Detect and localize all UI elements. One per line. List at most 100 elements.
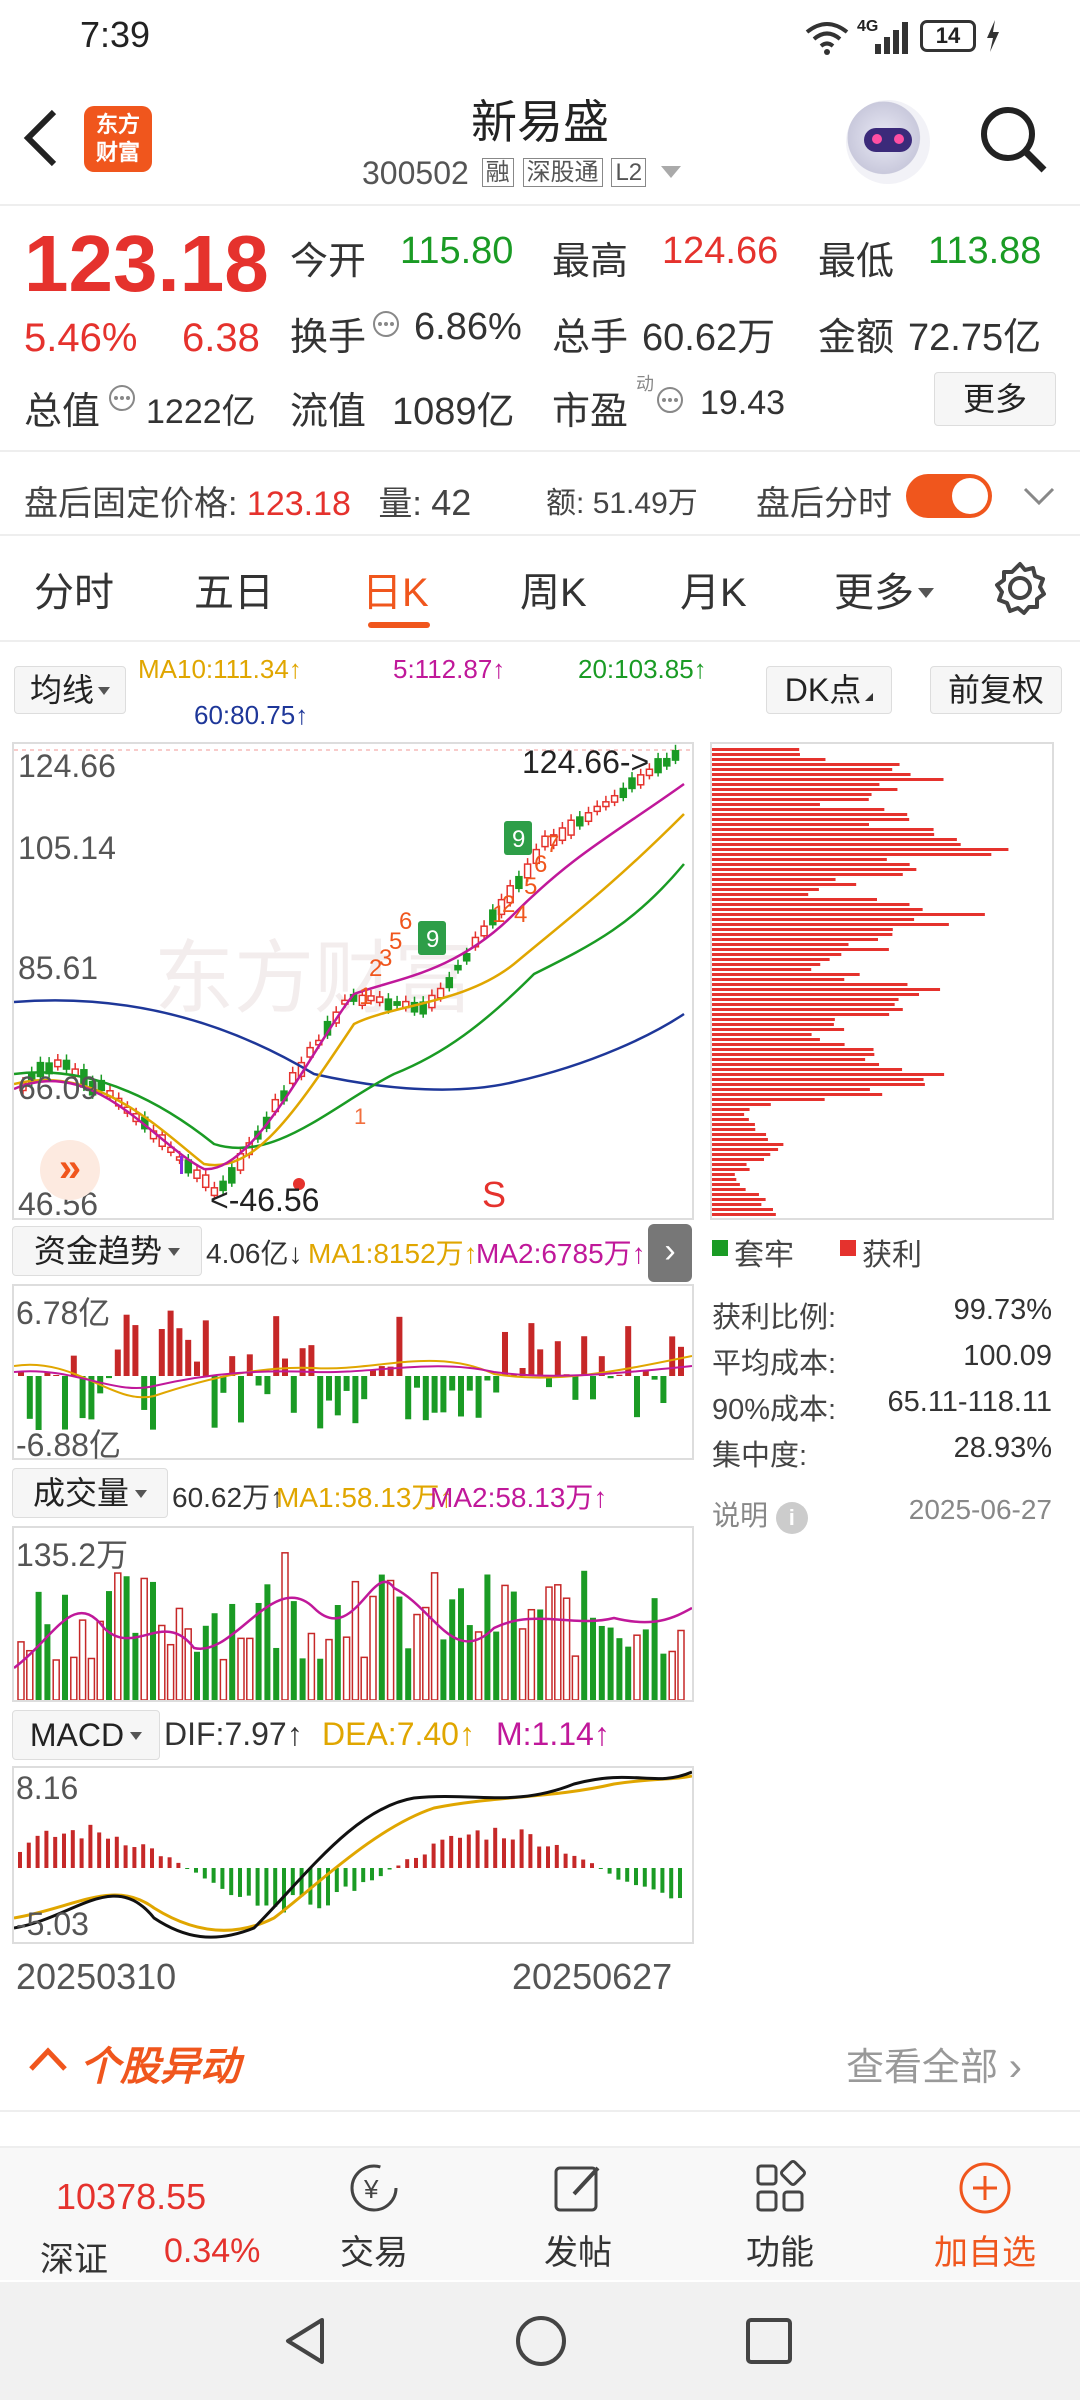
nav-back-icon[interactable] — [282, 2316, 332, 2366]
candle — [462, 953, 471, 962]
candle — [584, 812, 593, 823]
macd-bar — [299, 1868, 304, 1897]
tab-minute[interactable]: 分时 — [34, 560, 114, 618]
index-value[interactable]: 10378.55 — [56, 2176, 206, 2218]
adjust-button[interactable]: 前复权 — [930, 666, 1062, 714]
view-all-link[interactable]: 查看全部 › — [846, 2036, 1022, 2091]
fund-bar — [669, 1336, 676, 1376]
chip-value: 65.11-118.11 — [887, 1386, 1052, 1418]
function-nav[interactable]: 功能 — [720, 2158, 840, 2274]
chip-panel[interactable] — [710, 742, 1054, 1220]
chip-bar — [712, 958, 830, 961]
robot-avatar-icon[interactable] — [846, 100, 930, 184]
macd-bar — [502, 1838, 506, 1868]
volume-bar — [386, 1579, 395, 1701]
info-dots-icon[interactable] — [108, 384, 136, 412]
dropdown-caret-icon — [135, 1490, 147, 1498]
kline-y-label: 124.66 — [18, 748, 116, 784]
add-watchlist-nav[interactable]: 加自选 — [920, 2158, 1050, 2274]
volume-bar — [237, 1637, 245, 1701]
fund-bar — [678, 1346, 684, 1376]
ma20-value: 20:103.85↑ — [578, 654, 707, 684]
gear-icon[interactable] — [992, 560, 1048, 616]
macd-bar — [150, 1848, 154, 1868]
volume-bar — [96, 1620, 104, 1701]
tab-daily-k[interactable]: 日K — [362, 560, 429, 618]
chip-label: 平均成本: — [712, 1348, 837, 1380]
nav-recents-icon[interactable] — [744, 2316, 794, 2366]
index-pct[interactable]: 0.34% — [164, 2232, 260, 2271]
ma-dropdown[interactable]: 均线 — [14, 666, 126, 714]
volume-bar — [307, 1632, 316, 1701]
nav-home-icon[interactable] — [514, 2314, 568, 2368]
candle — [480, 925, 488, 937]
chip-label: 集中度: — [712, 1440, 808, 1472]
volume-bar — [598, 1625, 605, 1700]
fund-bar — [238, 1376, 244, 1423]
movement-divider — [0, 2110, 1080, 2112]
macd-bar — [466, 1834, 471, 1868]
info-dots-icon[interactable] — [656, 386, 684, 414]
chip-bar — [712, 998, 899, 1001]
fund-flow-dropdown[interactable]: 资金趋势 — [12, 1226, 202, 1276]
chip-bar — [712, 923, 949, 926]
stock-code-row[interactable]: 300502 融 深股通 L2 — [362, 152, 682, 192]
pe-label: 市盈 — [552, 391, 629, 433]
chip-bar — [712, 868, 917, 871]
wifi-icon — [805, 22, 849, 55]
macd-bar — [634, 1868, 638, 1886]
fund-flow-y-bottom: -6.88亿 — [16, 1427, 121, 1463]
macd-bar — [669, 1868, 674, 1899]
tab-monthly-k[interactable]: 月K — [680, 560, 747, 618]
dk-point-button[interactable]: DK点 — [766, 666, 892, 714]
kline-chart: 9 9 1 1 2 3 5 6 1 2 4 5 6 7 — [14, 744, 692, 1200]
macd-dropdown[interactable]: MACD — [12, 1710, 160, 1760]
volume-bar — [660, 1653, 667, 1700]
search-icon[interactable] — [978, 104, 1050, 176]
chip-note[interactable]: 说明 i — [712, 1494, 808, 1534]
macd-bar — [123, 1845, 128, 1868]
tab-more[interactable]: 更多 — [834, 560, 934, 618]
fund-flow-y-top: 6.78亿 — [16, 1295, 111, 1331]
after-hours-toggle-label: 盘后分时 — [756, 485, 892, 523]
post-nav[interactable]: 发帖 — [518, 2158, 638, 2274]
macd-bar — [458, 1837, 462, 1868]
ma60-value: 60:80.75↑ — [194, 700, 309, 730]
after-hours-amt-label: 额: — [546, 487, 585, 520]
volume-bar — [229, 1603, 236, 1700]
fund-bar — [370, 1370, 376, 1376]
volume-bar — [458, 1588, 464, 1700]
candle — [375, 996, 384, 1004]
macd-bar — [290, 1868, 295, 1896]
chevron-down-icon[interactable] — [1022, 486, 1056, 508]
function-label: 功能 — [746, 2234, 814, 2272]
volume-bar — [369, 1595, 377, 1701]
after-hours-toggle[interactable] — [906, 474, 992, 518]
tab-five-day[interactable]: 五日 — [194, 560, 274, 618]
volume-bar — [484, 1574, 491, 1700]
fund-bar — [537, 1349, 544, 1376]
macd-bar — [660, 1868, 665, 1893]
kline-panel[interactable]: 东方财富 9 9 1 1 2 3 5 6 1 2 4 5 6 7 124.66 … — [12, 742, 694, 1222]
macd-bar — [141, 1844, 146, 1868]
expand-arrow-icon[interactable]: » — [40, 1140, 100, 1200]
chip-bar — [712, 853, 992, 856]
volume-bar — [466, 1625, 473, 1700]
more-quote-button[interactable]: 更多 — [934, 372, 1056, 426]
macd-bar — [343, 1868, 348, 1887]
index-name[interactable]: 深证 — [40, 2232, 108, 2281]
tab-weekly-k[interactable]: 周K — [520, 560, 587, 618]
chip-bar — [712, 1158, 765, 1161]
chevron-up-icon[interactable] — [28, 2046, 68, 2072]
scroll-right-button[interactable]: › — [648, 1224, 692, 1282]
macd-bar — [317, 1868, 322, 1909]
volume-dropdown[interactable]: 成交量 — [12, 1468, 168, 1518]
volume-bar — [562, 1597, 571, 1701]
dk-point-label: DK点 — [784, 672, 862, 708]
macd-bar — [26, 1842, 31, 1868]
macd-bar — [607, 1868, 612, 1874]
fund-bar — [493, 1376, 500, 1393]
trade-nav[interactable]: ¥ 交易 — [314, 2158, 434, 2274]
info-dots-icon[interactable] — [372, 310, 400, 338]
macd-bar — [396, 1865, 401, 1868]
